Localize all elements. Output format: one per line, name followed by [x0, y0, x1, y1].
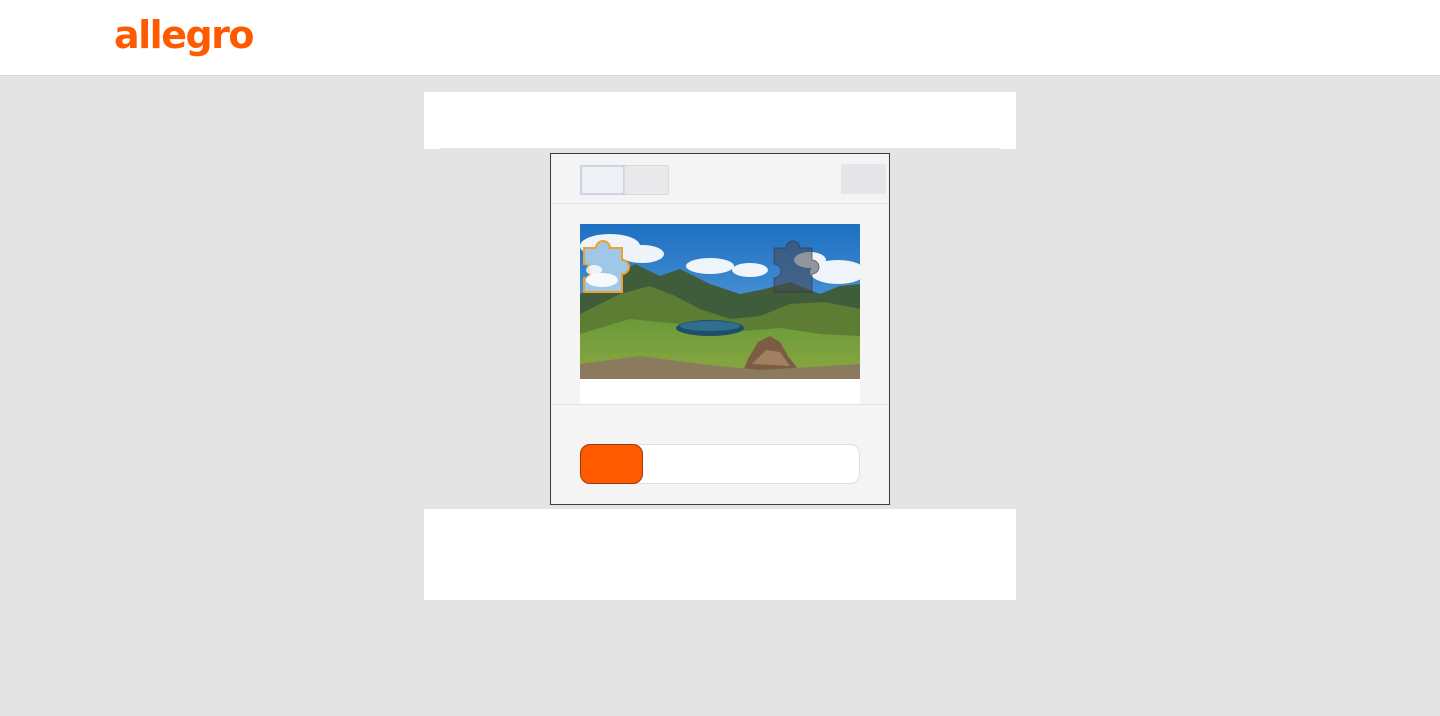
content-card-bottom	[424, 509, 1016, 600]
captcha-header	[551, 154, 889, 204]
puzzle-area	[580, 224, 860, 404]
captcha-widget	[550, 153, 890, 505]
divider	[440, 148, 1000, 149]
puzzle-slot-icon	[773, 240, 820, 293]
captcha-tab-1[interactable]	[580, 165, 625, 195]
content-card-top	[424, 92, 1016, 149]
slider-handle[interactable]	[580, 444, 643, 484]
captcha-divider	[551, 404, 889, 405]
top-bar: allegro	[0, 0, 1440, 76]
allegro-logo[interactable]: allegro	[114, 12, 255, 58]
captcha-refresh-button[interactable]	[841, 164, 886, 194]
captcha-tab-2[interactable]	[624, 165, 669, 195]
puzzle-piece-icon[interactable]	[580, 230, 648, 298]
